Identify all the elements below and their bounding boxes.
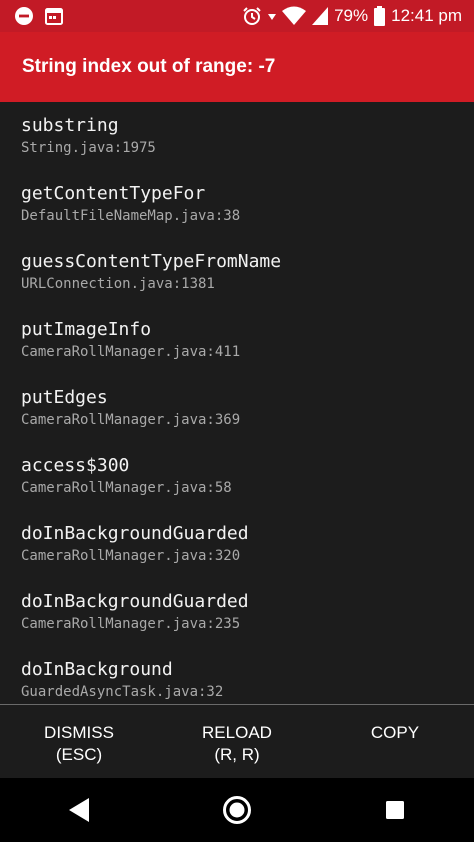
frame-method: putEdges bbox=[21, 387, 108, 408]
frame-file: GuardedAsyncTask.java:32 bbox=[21, 684, 224, 700]
calendar-icon bbox=[44, 6, 64, 26]
signal-icon bbox=[312, 7, 329, 25]
error-title: String index out of range: -7 bbox=[22, 56, 276, 77]
alarm-icon bbox=[242, 6, 262, 26]
frame-method: access$300 bbox=[21, 455, 130, 476]
stack-frame[interactable]: guessContentTypeFromName URLConnection.j… bbox=[0, 238, 474, 306]
stack-trace-list[interactable]: substring String.java:1975 getContentTyp… bbox=[0, 102, 474, 704]
back-icon bbox=[69, 798, 89, 822]
frame-file: CameraRollManager.java:58 bbox=[21, 480, 232, 496]
frame-method: doInBackground bbox=[21, 659, 173, 680]
error-header: String index out of range: -7 bbox=[0, 32, 474, 102]
frame-file: CameraRollManager.java:411 bbox=[21, 344, 241, 360]
navigation-bar bbox=[0, 778, 474, 842]
wifi-icon bbox=[282, 6, 307, 26]
stack-frame[interactable]: doInBackgroundGuarded CameraRollManager.… bbox=[0, 510, 474, 578]
action-bar: DISMISS (ESC) RELOAD (R, R) COPY bbox=[0, 705, 474, 778]
recents-icon bbox=[386, 801, 404, 819]
stack-frame[interactable]: substring String.java:1975 bbox=[0, 102, 474, 170]
dismiss-button[interactable]: DISMISS (ESC) bbox=[0, 705, 158, 778]
frame-method: getContentTypeFor bbox=[21, 183, 206, 204]
reload-shortcut: (R, R) bbox=[214, 745, 260, 764]
frame-method: putImageInfo bbox=[21, 319, 152, 340]
stack-frame[interactable]: doInBackground GuardedAsyncTask.java:32 bbox=[0, 646, 474, 704]
dismiss-label: DISMISS bbox=[44, 723, 114, 742]
reload-label: RELOAD bbox=[202, 723, 272, 742]
copy-button[interactable]: COPY bbox=[316, 705, 474, 778]
stack-frame[interactable]: access$300 CameraRollManager.java:58 bbox=[0, 442, 474, 510]
frame-method: doInBackgroundGuarded bbox=[21, 523, 249, 544]
back-button[interactable] bbox=[49, 780, 109, 840]
frame-method: substring bbox=[21, 115, 119, 136]
stack-frame[interactable]: getContentTypeFor DefaultFileNameMap.jav… bbox=[0, 170, 474, 238]
do-not-disturb-icon bbox=[14, 6, 34, 26]
status-bar: 79% 12:41 pm bbox=[0, 0, 474, 32]
copy-label: COPY bbox=[370, 723, 420, 742]
data-arrow-icon bbox=[268, 11, 277, 21]
stack-frame[interactable]: doInBackgroundGuarded CameraRollManager.… bbox=[0, 578, 474, 646]
frame-method: guessContentTypeFromName bbox=[21, 251, 282, 272]
frame-file: CameraRollManager.java:235 bbox=[21, 616, 241, 632]
frame-file: String.java:1975 bbox=[21, 140, 156, 156]
reload-button[interactable]: RELOAD (R, R) bbox=[158, 705, 316, 778]
frame-file: CameraRollManager.java:320 bbox=[21, 548, 241, 564]
dismiss-shortcut: (ESC) bbox=[55, 745, 103, 764]
battery-icon bbox=[374, 6, 386, 26]
home-button[interactable] bbox=[207, 780, 267, 840]
frame-file: CameraRollManager.java:369 bbox=[21, 412, 241, 428]
home-icon bbox=[223, 796, 251, 824]
frame-file: URLConnection.java:1381 bbox=[21, 276, 215, 292]
frame-file: DefaultFileNameMap.java:38 bbox=[21, 208, 241, 224]
stack-frame[interactable]: putEdges CameraRollManager.java:369 bbox=[0, 374, 474, 442]
clock: 12:41 pm bbox=[391, 6, 462, 25]
stack-frame[interactable]: putImageInfo CameraRollManager.java:411 bbox=[0, 306, 474, 374]
frame-method: doInBackgroundGuarded bbox=[21, 591, 249, 612]
recents-button[interactable] bbox=[365, 780, 425, 840]
battery-percent: 79% bbox=[334, 6, 369, 25]
